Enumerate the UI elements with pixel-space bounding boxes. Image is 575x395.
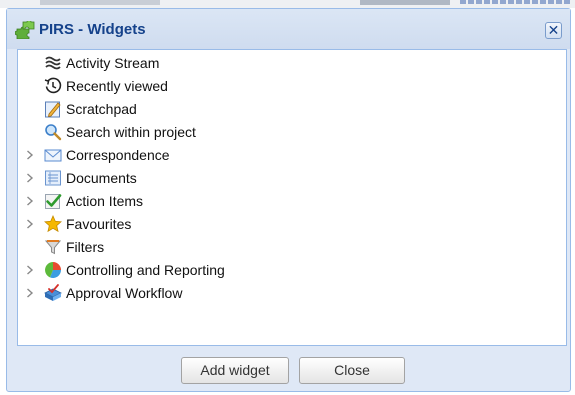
close-icon[interactable]: ✕ <box>545 22 562 39</box>
star-icon <box>44 215 62 233</box>
background-header-tab <box>360 0 450 5</box>
dialog-titlebar[interactable]: PIRS - Widgets ✕ <box>7 9 570 49</box>
chevron-right-icon[interactable] <box>26 196 34 206</box>
funnel-icon <box>44 240 62 255</box>
background-header-text <box>40 0 160 5</box>
tree-item-documents[interactable]: Documents <box>18 167 566 189</box>
tree-item-approval-workflow[interactable]: Approval Workflow <box>18 282 566 304</box>
tree-item-action-items[interactable]: Action Items <box>18 190 566 212</box>
tree-item-label: Scratchpad <box>66 101 137 117</box>
tree-item-recently-viewed[interactable]: Recently viewed <box>18 75 566 97</box>
pie-chart-icon <box>45 262 61 278</box>
chevron-right-icon[interactable] <box>26 288 34 298</box>
checkmark-icon <box>45 194 62 209</box>
history-clock-icon <box>44 77 62 94</box>
tree-item-label: Filters <box>66 239 105 255</box>
tree-item-label: Controlling and Reporting <box>66 262 225 278</box>
widget-tree: Activity Stream Recently viewed Scratchp… <box>17 49 567 346</box>
approval-icon <box>44 284 62 301</box>
tree-item-label: Search within project <box>66 124 196 140</box>
tree-item-label: Favourites <box>66 216 132 232</box>
activity-stream-icon <box>45 56 61 70</box>
tree-item-label: Approval Workflow <box>66 285 183 301</box>
magnifier-icon <box>45 124 62 141</box>
tree-item-label: Documents <box>66 170 137 186</box>
envelope-icon <box>44 149 62 162</box>
tree-item-controlling-and-reporting[interactable]: Controlling and Reporting <box>18 259 566 281</box>
background-header-link <box>460 0 570 4</box>
chevron-right-icon[interactable] <box>26 219 34 229</box>
chevron-right-icon[interactable] <box>26 150 34 160</box>
documents-icon <box>45 170 61 186</box>
tree-item-label: Action Items <box>66 193 144 209</box>
widgets-dialog: PIRS - Widgets ✕ Activity Stream Recentl… <box>6 8 571 392</box>
scratchpad-icon <box>45 101 61 118</box>
background-page-strip <box>0 0 575 8</box>
tree-item-label: Activity Stream <box>66 55 160 71</box>
close-button[interactable]: Close <box>299 357 405 384</box>
chevron-right-icon[interactable] <box>26 173 34 183</box>
tree-item-label: Recently viewed <box>66 78 168 94</box>
tree-item-filters[interactable]: Filters <box>18 236 566 258</box>
chevron-right-icon[interactable] <box>26 265 34 275</box>
tree-item-search-within-project[interactable]: Search within project <box>18 121 566 143</box>
tree-item-label: Correspondence <box>66 147 170 163</box>
add-widget-button[interactable]: Add widget <box>181 357 289 384</box>
tree-item-correspondence[interactable]: Correspondence <box>18 144 566 166</box>
tree-item-scratchpad[interactable]: Scratchpad <box>18 98 566 120</box>
puzzle-icon <box>15 21 35 39</box>
tree-item-activity-stream[interactable]: Activity Stream <box>18 52 566 74</box>
tree-item-favourites[interactable]: Favourites <box>18 213 566 235</box>
dialog-title: PIRS - Widgets <box>39 21 146 38</box>
